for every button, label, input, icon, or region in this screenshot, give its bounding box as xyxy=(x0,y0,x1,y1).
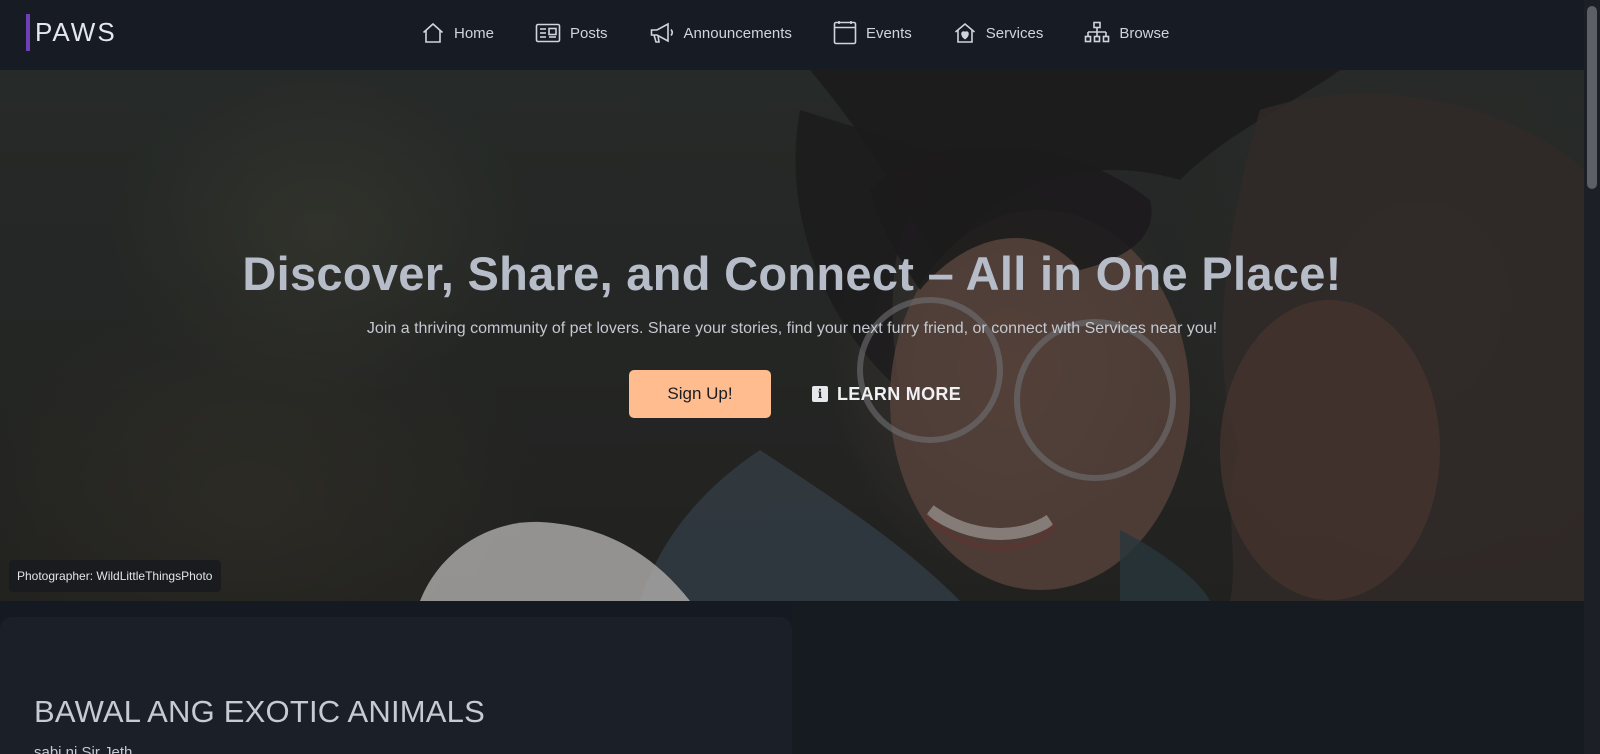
post-author: sabi ni Sir Jeth xyxy=(34,744,133,754)
megaphone-icon xyxy=(650,22,673,43)
page-scrollbar[interactable] xyxy=(1584,0,1600,754)
nav-item-posts[interactable]: Posts xyxy=(535,22,608,44)
newspaper-icon xyxy=(535,23,561,43)
post-card[interactable]: BAWAL ANG EXOTIC ANIMALS sabi ni Sir Jet… xyxy=(0,617,792,754)
post-title: BAWAL ANG EXOTIC ANIMALS xyxy=(34,694,485,729)
nav-item-browse[interactable]: Browse xyxy=(1084,21,1169,45)
top-navbar: PAWS Home Posts Announcements Events Ser… xyxy=(0,0,1584,70)
learn-more-link[interactable]: i LEARN MORE xyxy=(812,380,961,408)
calendar-icon xyxy=(833,21,857,45)
logo-accent-bar xyxy=(26,14,30,51)
hero-title: Discover, Share, and Connect – All in On… xyxy=(242,247,1342,300)
page: PAWS Home Posts Announcements Events Ser… xyxy=(0,0,1584,754)
nav-item-events[interactable]: Events xyxy=(833,20,912,46)
info-icon: i xyxy=(812,386,828,402)
nav-item-announcements[interactable]: Announcements xyxy=(649,21,792,45)
nav-item-label: Events xyxy=(865,24,912,42)
logo[interactable]: PAWS xyxy=(26,14,117,51)
learn-more-label: LEARN MORE xyxy=(837,383,961,404)
hero-subtitle: Join a thriving community of pet lovers.… xyxy=(366,320,1218,337)
nav-item-home[interactable]: Home xyxy=(421,21,494,45)
pet-house-icon xyxy=(954,22,975,43)
right-panel xyxy=(792,601,1584,754)
signup-button[interactable]: Sign Up! xyxy=(629,370,771,418)
nav-item-label: Services xyxy=(985,24,1044,42)
sitemap-icon xyxy=(1085,21,1110,43)
nav-item-label: Browse xyxy=(1119,24,1170,42)
nav-item-label: Home xyxy=(454,24,495,42)
nav-item-services[interactable]: Services xyxy=(953,21,1044,45)
nav-item-label: Posts xyxy=(570,24,608,42)
home-icon xyxy=(422,22,444,43)
hero-section: Discover, Share, and Connect – All in On… xyxy=(0,70,1584,601)
photo-credit: Photographer: WildLittleThingsPhoto xyxy=(9,560,222,592)
nav-item-label: Announcements xyxy=(683,24,792,42)
logo-text: PAWS xyxy=(35,17,117,47)
main-nav: Home Posts Announcements Events Services… xyxy=(421,0,1169,66)
scrollbar-thumb[interactable] xyxy=(1587,6,1597,189)
